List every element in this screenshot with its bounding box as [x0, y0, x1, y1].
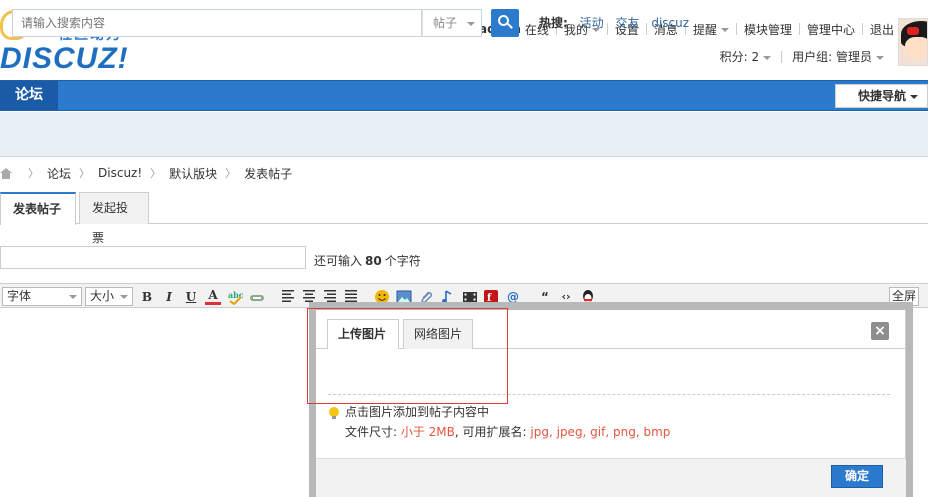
spellcheck-icon[interactable]: abc: [227, 289, 244, 306]
highlight-box: [307, 308, 508, 404]
hot-search-label: 热搜:: [539, 16, 568, 30]
usergroup-menu[interactable]: 用户组: 管理员: [792, 48, 884, 65]
avatar-bow: [907, 27, 919, 35]
home-icon[interactable]: [0, 167, 12, 179]
underline-button[interactable]: U: [183, 289, 199, 305]
divider: [798, 23, 800, 35]
editor-body[interactable]: [0, 309, 308, 497]
search-input[interactable]: [12, 9, 422, 37]
notifications-menu[interactable]: 提醒: [693, 21, 729, 38]
divider: [861, 23, 863, 35]
chevron-right-icon: 〉: [28, 167, 39, 180]
quick-nav-button[interactable]: 快捷导航: [835, 84, 928, 108]
nav-item-forum[interactable]: 论坛: [0, 81, 58, 110]
upload-limits: 文件尺寸: 小于 2MB, 可用扩展名: jpg, jpeg, gif, png…: [345, 425, 671, 439]
bold-button[interactable]: B: [139, 289, 155, 305]
hot-search-link[interactable]: 交友: [615, 16, 639, 30]
hot-search-link[interactable]: 活动: [580, 16, 604, 30]
size-select[interactable]: 大小: [85, 287, 133, 306]
italic-button[interactable]: I: [161, 289, 177, 305]
font-select[interactable]: 字体: [2, 287, 82, 306]
chevron-down-icon: [69, 295, 77, 299]
tab-new-poll[interactable]: 发起投票: [79, 192, 149, 245]
close-icon[interactable]: ×: [871, 322, 889, 340]
main-navbar: 论坛 快捷导航: [0, 80, 928, 111]
breadcrumb-forum[interactable]: 论坛: [47, 165, 71, 182]
divider: [781, 50, 783, 63]
search-type-select[interactable]: 帖子: [422, 9, 482, 37]
confirm-button[interactable]: 确定: [831, 465, 883, 488]
chevron-down-icon: [720, 28, 729, 32]
credits-menu[interactable]: 积分: 2: [720, 48, 772, 65]
chevron-right-icon: 〉: [79, 167, 91, 180]
search-button[interactable]: [491, 9, 519, 37]
dialog-footer: [316, 459, 906, 497]
breadcrumb-current: 发表帖子: [244, 166, 293, 181]
chevron-right-icon: 〉: [225, 167, 237, 180]
logo-wordmark: DISCUZ!: [0, 42, 129, 75]
tab-new-post[interactable]: 发表帖子: [0, 192, 76, 225]
text-color-button[interactable]: A: [205, 289, 221, 305]
char-remaining: 还可输入 80 个字符: [314, 254, 421, 268]
chevron-down-icon: [120, 295, 128, 299]
subject-input[interactable]: [0, 246, 306, 269]
divider: [735, 23, 737, 35]
chevron-down-icon: [763, 55, 772, 60]
search-bar: [0, 112, 928, 157]
avatar[interactable]: [898, 18, 928, 66]
chevron-down-icon: [910, 94, 919, 99]
breadcrumb-discuz[interactable]: Discuz!: [98, 166, 142, 180]
hot-searches: 热搜: 活动 交友 discuz: [539, 9, 697, 37]
lightbulb-icon: [328, 407, 340, 419]
breadcrumb-board[interactable]: 默认版块: [169, 165, 217, 182]
chevron-right-icon: 〉: [150, 167, 162, 180]
align-left-icon[interactable]: [280, 289, 296, 305]
chevron-down-icon: [467, 21, 476, 26]
avatar-face: [905, 37, 927, 59]
chevron-down-icon: [876, 55, 884, 60]
admin-center-link[interactable]: 管理中心: [807, 21, 855, 38]
hot-search-link[interactable]: discuz: [651, 16, 689, 30]
breadcrumb: 〉 论坛 〉 Discuz! 〉 默认版块 〉 发表帖子: [0, 164, 292, 182]
module-admin-link[interactable]: 模块管理: [744, 21, 792, 38]
logout-link[interactable]: 退出: [870, 21, 894, 38]
user-stats: 积分: 2 用户组: 管理员: [720, 48, 884, 65]
upload-tip: 点击图片添加到帖子内容中: [345, 405, 490, 419]
link-icon[interactable]: [249, 289, 265, 305]
